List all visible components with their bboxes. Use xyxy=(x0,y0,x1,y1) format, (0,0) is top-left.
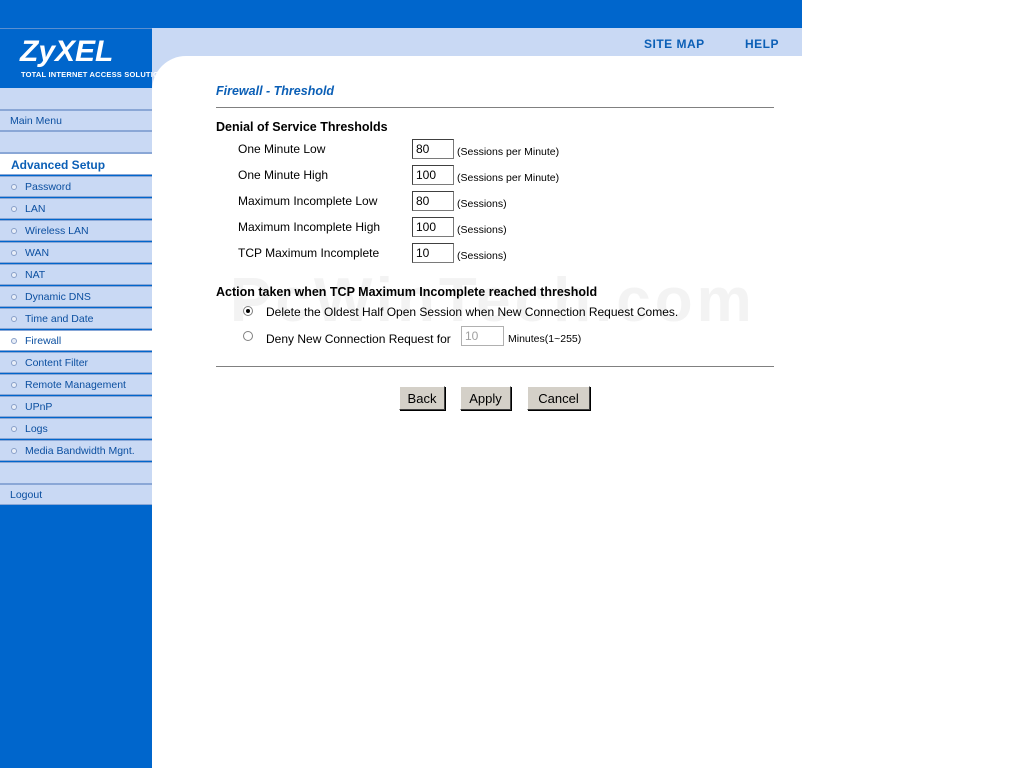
bullet-icon xyxy=(11,404,17,410)
sidebar-item-label: UPnP xyxy=(25,401,53,413)
bullet-icon xyxy=(11,206,17,212)
sidebar-item-label: Password xyxy=(25,181,72,193)
threshold-label-tcp-max-incomplete: TCP Maximum Incomplete xyxy=(238,246,380,260)
zyxel-logo: ZyXEL TOTAL INTERNET ACCESS SOLUTION xyxy=(0,28,164,85)
tcp-max-incomplete-input[interactable] xyxy=(412,243,454,263)
sidebar-item-firewall[interactable]: Firewall xyxy=(0,330,152,351)
sidebar-item-label: Dynamic DNS xyxy=(25,291,91,303)
threshold-label-max-incomplete-low: Maximum Incomplete Low xyxy=(238,194,378,208)
sidebar-item-upnp[interactable]: UPnP xyxy=(0,396,152,417)
minutes-unit: Minutes(1~255) xyxy=(508,333,582,345)
sidebar-item-label: Logs xyxy=(25,423,48,435)
sidebar-item-media-bandwidth[interactable]: Media Bandwidth Mgnt. xyxy=(0,440,152,461)
bullet-icon xyxy=(11,250,17,256)
sidebar-item-wireless-lan[interactable]: Wireless LAN xyxy=(0,220,152,241)
sidebar-spacer xyxy=(0,131,152,153)
sidebar-item-wan[interactable]: WAN xyxy=(0,242,152,263)
sidebar-item-password[interactable]: Password xyxy=(0,176,152,197)
sidebar-logout[interactable]: Logout xyxy=(0,484,152,505)
sidebar-item-remote-management[interactable]: Remote Management xyxy=(0,374,152,395)
sidebar-item-label: Time and Date xyxy=(25,313,94,325)
back-button[interactable]: Back xyxy=(399,386,445,410)
bullet-icon xyxy=(11,338,17,344)
bullet-icon xyxy=(11,448,17,454)
deny-connection-label: Deny New Connection Request for xyxy=(266,332,451,346)
sidebar-item-dynamic-dns[interactable]: Dynamic DNS xyxy=(0,286,152,307)
threshold-unit: (Sessions) xyxy=(457,250,507,262)
sidebar-item-label: Firewall xyxy=(25,335,62,347)
sidebar-item-label: Remote Management xyxy=(25,379,126,391)
site-map-link[interactable]: SITE MAP xyxy=(644,37,705,51)
sidebar-main-menu[interactable]: Main Menu xyxy=(0,110,152,131)
sidebar-item-label: WAN xyxy=(25,247,50,259)
threshold-unit: (Sessions) xyxy=(457,198,507,210)
page-title: Firewall - Threshold xyxy=(216,84,335,98)
threshold-unit: (Sessions per Minute) xyxy=(457,146,560,158)
apply-button[interactable]: Apply xyxy=(460,386,511,410)
max-incomplete-low-input[interactable] xyxy=(412,191,454,211)
bullet-icon xyxy=(11,426,17,432)
threshold-label-max-incomplete-high: Maximum Incomplete High xyxy=(238,220,381,234)
sidebar-item-logs[interactable]: Logs xyxy=(0,418,152,439)
bullet-icon xyxy=(11,316,17,322)
sidebar-item-content-filter[interactable]: Content Filter xyxy=(0,352,152,373)
bullet-icon xyxy=(11,228,17,234)
divider xyxy=(216,366,774,367)
sidebar-advanced-setup[interactable]: Advanced Setup xyxy=(0,153,152,175)
dos-section-heading: Denial of Service Thresholds xyxy=(216,120,388,134)
deny-minutes-input[interactable] xyxy=(461,326,504,346)
sidebar-spacer xyxy=(0,462,152,484)
delete-oldest-label: Delete the Oldest Half Open Session when… xyxy=(266,305,679,319)
delete-oldest-radio[interactable] xyxy=(243,306,253,316)
max-incomplete-high-input[interactable] xyxy=(412,217,454,237)
cancel-button[interactable]: Cancel xyxy=(527,386,590,410)
sidebar-item-nat[interactable]: NAT xyxy=(0,264,152,285)
threshold-unit: (Sessions per Minute) xyxy=(457,172,560,184)
sidebar-main-menu-label: Main Menu xyxy=(10,115,62,127)
sidebar-item-label: NAT xyxy=(25,269,46,281)
logo-brand: ZyXEL xyxy=(20,35,114,68)
top-bar xyxy=(152,0,802,28)
sidebar-item-time-and-date[interactable]: Time and Date xyxy=(0,308,152,329)
bullet-icon xyxy=(11,272,17,278)
divider xyxy=(216,107,774,108)
bullet-icon xyxy=(11,294,17,300)
bullet-icon xyxy=(11,360,17,366)
threshold-unit: (Sessions) xyxy=(457,224,507,236)
sidebar-advanced-setup-label: Advanced Setup xyxy=(11,158,106,172)
threshold-label-one-minute-high: One Minute High xyxy=(238,168,329,182)
sidebar-item-label: Content Filter xyxy=(25,357,89,369)
help-link[interactable]: HELP xyxy=(745,37,779,51)
sidebar-item-label: Media Bandwidth Mgnt. xyxy=(25,445,135,457)
sidebar-item-lan[interactable]: LAN xyxy=(0,198,152,219)
bullet-icon xyxy=(11,184,17,190)
action-section-heading: Action taken when TCP Maximum Incomplete… xyxy=(216,285,598,299)
deny-connection-radio[interactable] xyxy=(243,331,253,341)
one-minute-high-input[interactable] xyxy=(412,165,454,185)
logo-tagline: TOTAL INTERNET ACCESS SOLUTION xyxy=(21,70,165,79)
bullet-icon xyxy=(11,382,17,388)
one-minute-low-input[interactable] xyxy=(412,139,454,159)
sidebar-spacer xyxy=(0,88,152,110)
sidebar-item-label: LAN xyxy=(25,203,46,215)
sidebar-logout-label: Logout xyxy=(10,489,43,501)
sidebar-item-label: Wireless LAN xyxy=(25,225,89,237)
threshold-label-one-minute-low: One Minute Low xyxy=(238,142,326,156)
